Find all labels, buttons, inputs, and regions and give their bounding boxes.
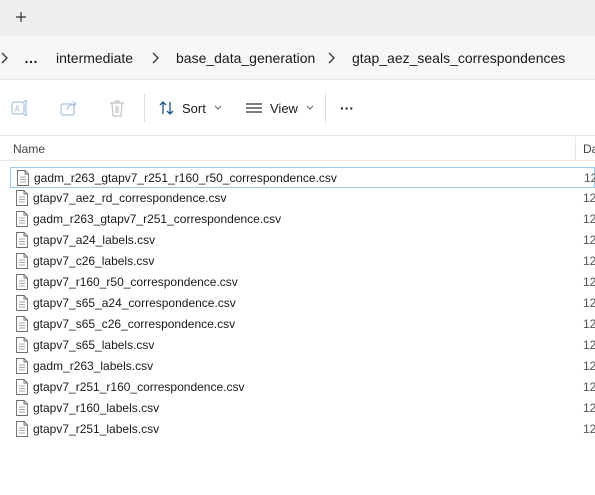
file-name: gtapv7_s65_c26_correspondence.csv [33,317,236,331]
column-header-name[interactable]: Name [13,142,45,156]
file-date: 12 [583,359,595,373]
file-row[interactable]: gtapv7_aez_rd_correspondence.csv 12 [10,188,595,209]
sort-icon [159,101,174,115]
sort-button[interactable]: Sort [158,96,222,120]
file-icon [16,358,28,374]
delete-icon[interactable] [106,97,128,119]
file-date: 12 [583,338,595,352]
file-row[interactable]: gtapv7_s65_c26_correspondence.csv 12 [10,314,595,335]
file-row[interactable]: gtapv7_r251_r160_correspondence.csv 12 [10,377,595,398]
command-bar: A Sort View ··· [0,80,595,136]
file-icon [16,232,28,248]
chevron-down-icon [306,105,314,110]
file-icon [16,295,28,311]
file-row[interactable]: gtapv7_r251_labels.csv 12 [10,419,595,440]
breadcrumb-item-intermediate[interactable]: intermediate [56,48,133,68]
breadcrumb: … intermediate base_data_generation gtap… [0,36,595,80]
chevron-right-icon[interactable] [0,51,10,65]
file-row[interactable]: gtapv7_r160_labels.csv 12 [10,398,595,419]
file-row[interactable]: gtapv7_s65_a24_correspondence.csv 12 [10,293,595,314]
view-label: View [270,100,298,116]
chevron-right-icon[interactable] [151,51,161,65]
file-name: gtapv7_s65_labels.csv [33,338,155,352]
file-name: gtapv7_s65_a24_correspondence.csv [33,296,236,310]
toolbar-separator [325,94,326,122]
chevron-down-icon [214,105,222,110]
file-date: 12 [584,171,595,185]
file-row[interactable]: gtapv7_r160_r50_correspondence.csv 12 [10,272,595,293]
file-icon [16,190,28,206]
file-icon [16,253,28,269]
view-list-icon [246,103,262,113]
file-row[interactable]: gtapv7_s65_labels.csv 12 [10,335,595,356]
column-header: Name Da [0,137,595,161]
file-name: gtapv7_a24_labels.csv [33,233,156,247]
file-name: gadm_r263_gtapv7_r251_correspondence.csv [33,212,282,226]
file-icon [16,379,28,395]
svg-text:A: A [15,105,21,114]
new-tab-button[interactable] [10,6,32,28]
plus-icon [16,12,26,22]
file-name: gtapv7_r160_labels.csv [33,401,160,415]
sort-label: Sort [182,100,206,116]
file-date: 12 [583,317,595,331]
file-date: 12 [583,275,595,289]
more-icon: ··· [340,100,354,116]
more-options-button[interactable]: ··· [340,96,354,120]
file-icon [16,274,28,290]
file-date: 12 [583,191,595,205]
chevron-right-icon[interactable] [327,51,337,65]
rename-icon[interactable]: A [9,97,31,119]
file-row[interactable]: gadm_r263_labels.csv 12 [10,356,595,377]
file-icon [16,211,28,227]
file-row[interactable]: gtapv7_a24_labels.csv 12 [10,230,595,251]
file-date: 12 [583,254,595,268]
breadcrumb-item-current-folder[interactable]: gtap_aez_seals_correspondences [352,48,565,68]
file-row[interactable]: gtapv7_c26_labels.csv 12 [10,251,595,272]
file-name: gtapv7_aez_rd_correspondence.csv [33,191,227,205]
file-row[interactable]: gadm_r263_gtapv7_r251_correspondence.csv… [10,209,595,230]
file-name: gtapv7_r251_r160_correspondence.csv [33,380,245,394]
file-date: 12 [583,296,595,310]
file-icon [16,421,28,437]
column-divider[interactable] [575,137,576,161]
file-icon [16,400,28,416]
file-date: 12 [583,212,595,226]
file-row[interactable]: gadm_r263_gtapv7_r251_r160_r50_correspon… [10,167,595,188]
file-date: 12 [583,380,595,394]
file-name: gadm_r263_labels.csv [33,359,154,373]
toolbar-separator [144,94,145,122]
file-name: gtapv7_r251_labels.csv [33,422,160,436]
share-icon[interactable] [58,97,80,119]
file-icon [16,337,28,353]
file-date: 12 [583,233,595,247]
file-name: gtapv7_r160_r50_correspondence.csv [33,275,238,289]
tab-strip [0,0,595,36]
breadcrumb-item-base-data-generation[interactable]: base_data_generation [176,48,315,68]
view-button[interactable]: View [245,96,314,120]
file-name: gadm_r263_gtapv7_r251_r160_r50_correspon… [34,171,337,185]
column-header-date[interactable]: Da [583,142,595,156]
breadcrumb-overflow[interactable]: … [24,48,39,68]
file-name: gtapv7_c26_labels.csv [33,254,155,268]
file-icon [16,316,28,332]
file-date: 12 [583,401,595,415]
file-date: 12 [583,422,595,436]
file-icon [17,170,29,186]
